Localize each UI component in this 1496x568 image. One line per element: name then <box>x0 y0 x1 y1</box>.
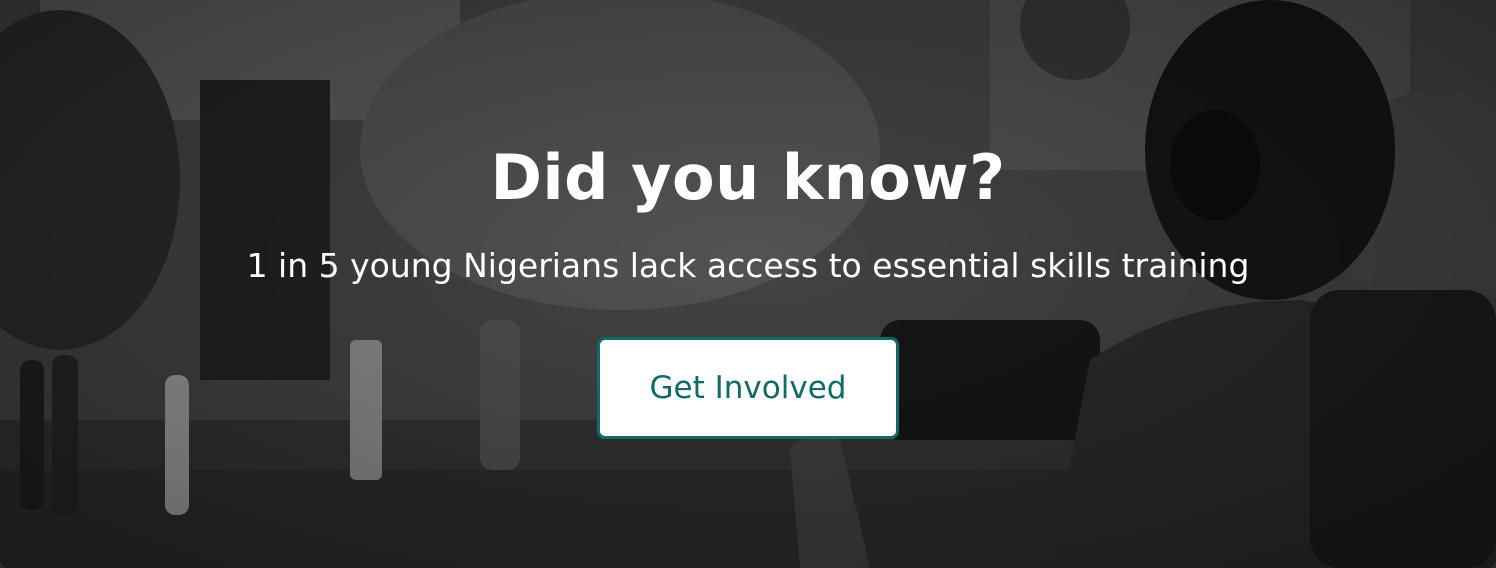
banner-content: Did you know? 1 in 5 young Nigerians lac… <box>0 0 1496 568</box>
banner-headline: Did you know? <box>490 141 1006 214</box>
get-involved-button[interactable]: Get Involved <box>597 337 899 439</box>
banner-subtext: 1 in 5 young Nigerians lack access to es… <box>246 246 1250 285</box>
hero-banner: Did you know? 1 in 5 young Nigerians lac… <box>0 0 1496 568</box>
